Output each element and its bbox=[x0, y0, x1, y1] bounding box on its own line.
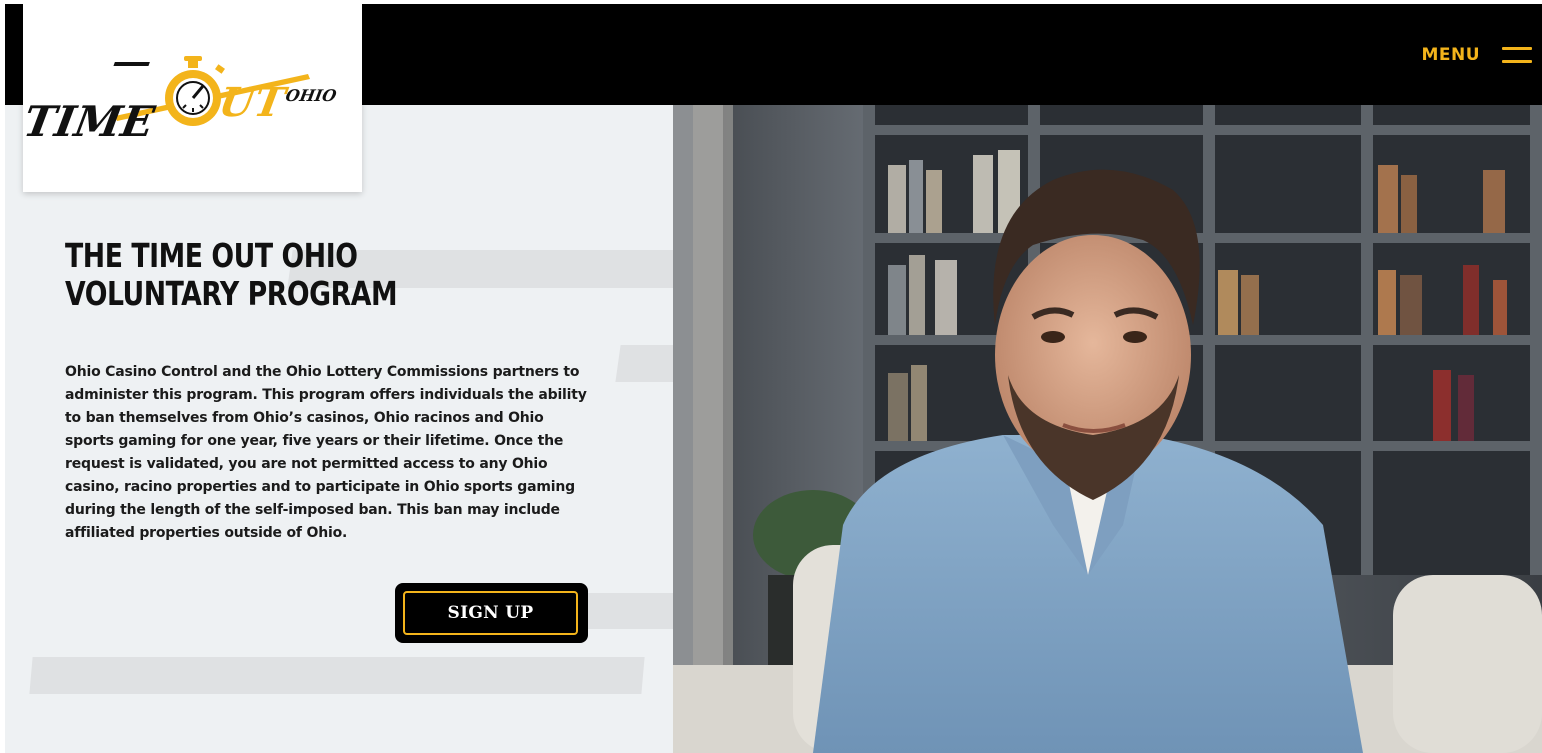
svg-text:OHIO: OHIO bbox=[284, 86, 338, 105]
sign-up-label: SIGN UP bbox=[403, 591, 578, 635]
decorative-stripe bbox=[29, 657, 645, 694]
hero-photo bbox=[673, 105, 1542, 753]
time-out-ohio-logo[interactable]: TIME UT OHIO bbox=[23, 4, 362, 192]
intro-panel: THE TIME OUT OHIO VOLUNTARY PROGRAM Ohio… bbox=[5, 105, 673, 753]
menu-button[interactable]: MENU bbox=[1421, 40, 1532, 70]
page-frame: MENU THE TIME OUT OHIO VOLUNTARY PROGRAM… bbox=[5, 4, 1542, 753]
svg-text:TIME: TIME bbox=[23, 96, 159, 146]
man-in-living-room-photo bbox=[673, 105, 1542, 753]
page-title: THE TIME OUT OHIO VOLUNTARY PROGRAM bbox=[65, 236, 398, 313]
stopwatch-icon bbox=[165, 56, 225, 126]
sign-up-button[interactable]: SIGN UP bbox=[395, 583, 588, 643]
logo-artwork: TIME UT OHIO bbox=[23, 56, 338, 146]
decorative-stripe bbox=[615, 345, 673, 382]
hamburger-icon bbox=[1502, 45, 1532, 65]
program-description: Ohio Casino Control and the Ohio Lottery… bbox=[65, 364, 587, 541]
menu-label: MENU bbox=[1421, 45, 1480, 65]
decorative-stripe bbox=[577, 593, 673, 629]
svg-text:UT: UT bbox=[216, 78, 292, 126]
